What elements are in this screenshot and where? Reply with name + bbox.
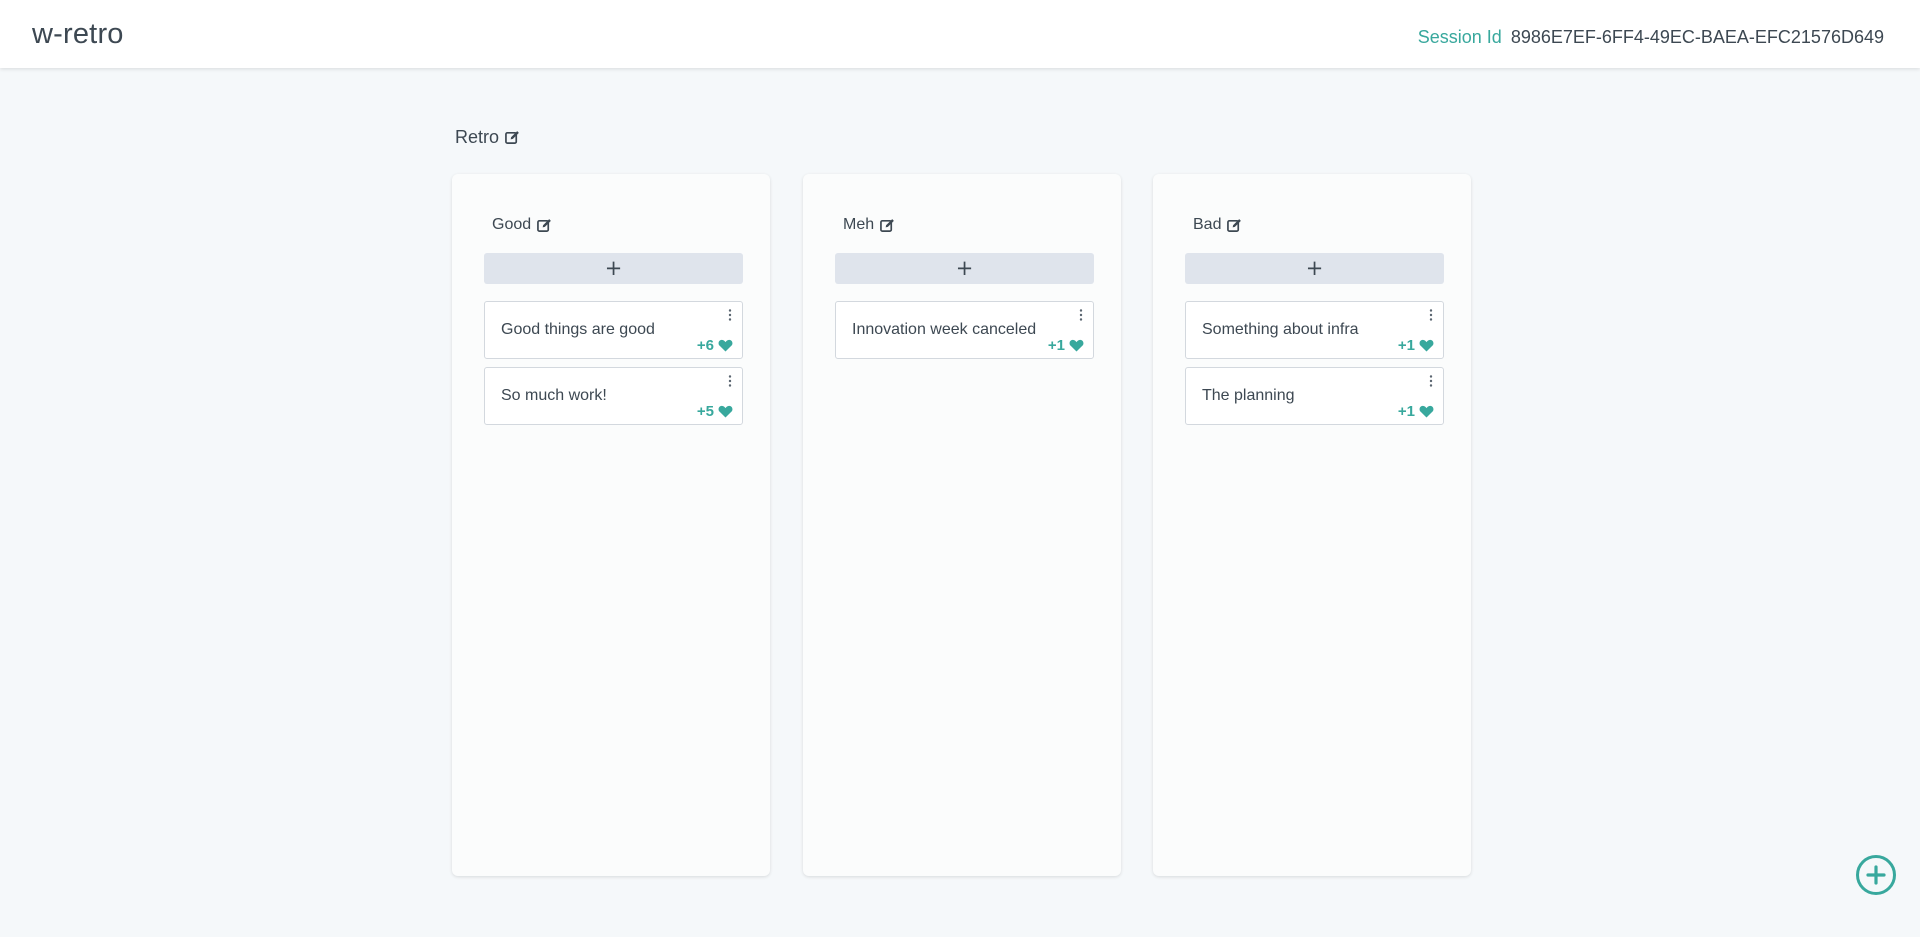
card[interactable]: So much work! +5	[484, 367, 743, 425]
heart-icon	[1069, 339, 1084, 352]
column-good: Good + Good things are good +6 So much w…	[452, 174, 770, 876]
vote-button[interactable]: +1	[1398, 337, 1434, 354]
vote-count: +5	[696, 403, 714, 420]
more-vertical-icon[interactable]	[1077, 308, 1085, 322]
edit-icon[interactable]	[880, 218, 895, 233]
board-title-text: Retro	[455, 127, 500, 147]
app-title: w-retro	[32, 17, 124, 50]
card-text: So much work!	[501, 387, 607, 404]
card-text: The planning	[1202, 387, 1295, 404]
add-card-button[interactable]: +	[835, 253, 1094, 284]
column-bad: Bad + Something about infra +1 The plann…	[1153, 174, 1471, 876]
add-column-button[interactable]	[1856, 855, 1896, 895]
column-meh: Meh + Innovation week canceled +1	[803, 174, 1121, 876]
column-header: Good	[492, 216, 552, 234]
more-vertical-icon[interactable]	[1427, 308, 1435, 322]
vote-button[interactable]: +1	[1048, 337, 1084, 354]
card-text: Good things are good	[501, 321, 655, 338]
vote-button[interactable]: +1	[1398, 403, 1434, 420]
session-id-label: Session Id	[1417, 26, 1502, 47]
column-title: Good	[492, 216, 532, 233]
add-card-button[interactable]: +	[484, 253, 743, 284]
card[interactable]: Innovation week canceled +1	[835, 301, 1094, 359]
vote-count: +1	[1047, 337, 1065, 354]
session-id-value: 8986E7EF-6FF4-49EC-BAEA-EFC21576D649	[1510, 26, 1884, 47]
column-header: Meh	[843, 216, 895, 234]
card[interactable]: Something about infra +1	[1185, 301, 1444, 359]
column-title: Meh	[843, 216, 875, 233]
vote-count: +6	[696, 337, 714, 354]
heart-icon	[1419, 339, 1434, 352]
vote-count: +1	[1397, 337, 1415, 354]
plus-circle-icon	[1866, 865, 1886, 885]
card-text: Innovation week canceled	[852, 321, 1037, 338]
more-vertical-icon[interactable]	[1427, 374, 1435, 388]
add-card-button[interactable]: +	[1185, 253, 1444, 284]
vote-button[interactable]: +5	[697, 403, 733, 420]
card[interactable]: Good things are good +6	[484, 301, 743, 359]
card-text: Something about infra	[1202, 321, 1359, 338]
heart-icon	[718, 405, 733, 418]
heart-icon	[718, 339, 733, 352]
vote-button[interactable]: +6	[697, 337, 733, 354]
top-bar: w-retro Session Id 8986E7EF-6FF4-49EC-BA…	[0, 0, 1920, 68]
card[interactable]: The planning +1	[1185, 367, 1444, 425]
session-info: Session Id 8986E7EF-6FF4-49EC-BAEA-EFC21…	[1418, 21, 1884, 48]
edit-icon[interactable]	[505, 130, 520, 145]
column-title: Bad	[1193, 216, 1222, 233]
edit-icon[interactable]	[1227, 218, 1242, 233]
more-vertical-icon[interactable]	[726, 374, 734, 388]
board-title: Retro	[455, 127, 520, 148]
column-header: Bad	[1193, 216, 1242, 234]
heart-icon	[1419, 405, 1434, 418]
edit-icon[interactable]	[537, 218, 552, 233]
vote-count: +1	[1397, 403, 1415, 420]
more-vertical-icon[interactable]	[726, 308, 734, 322]
